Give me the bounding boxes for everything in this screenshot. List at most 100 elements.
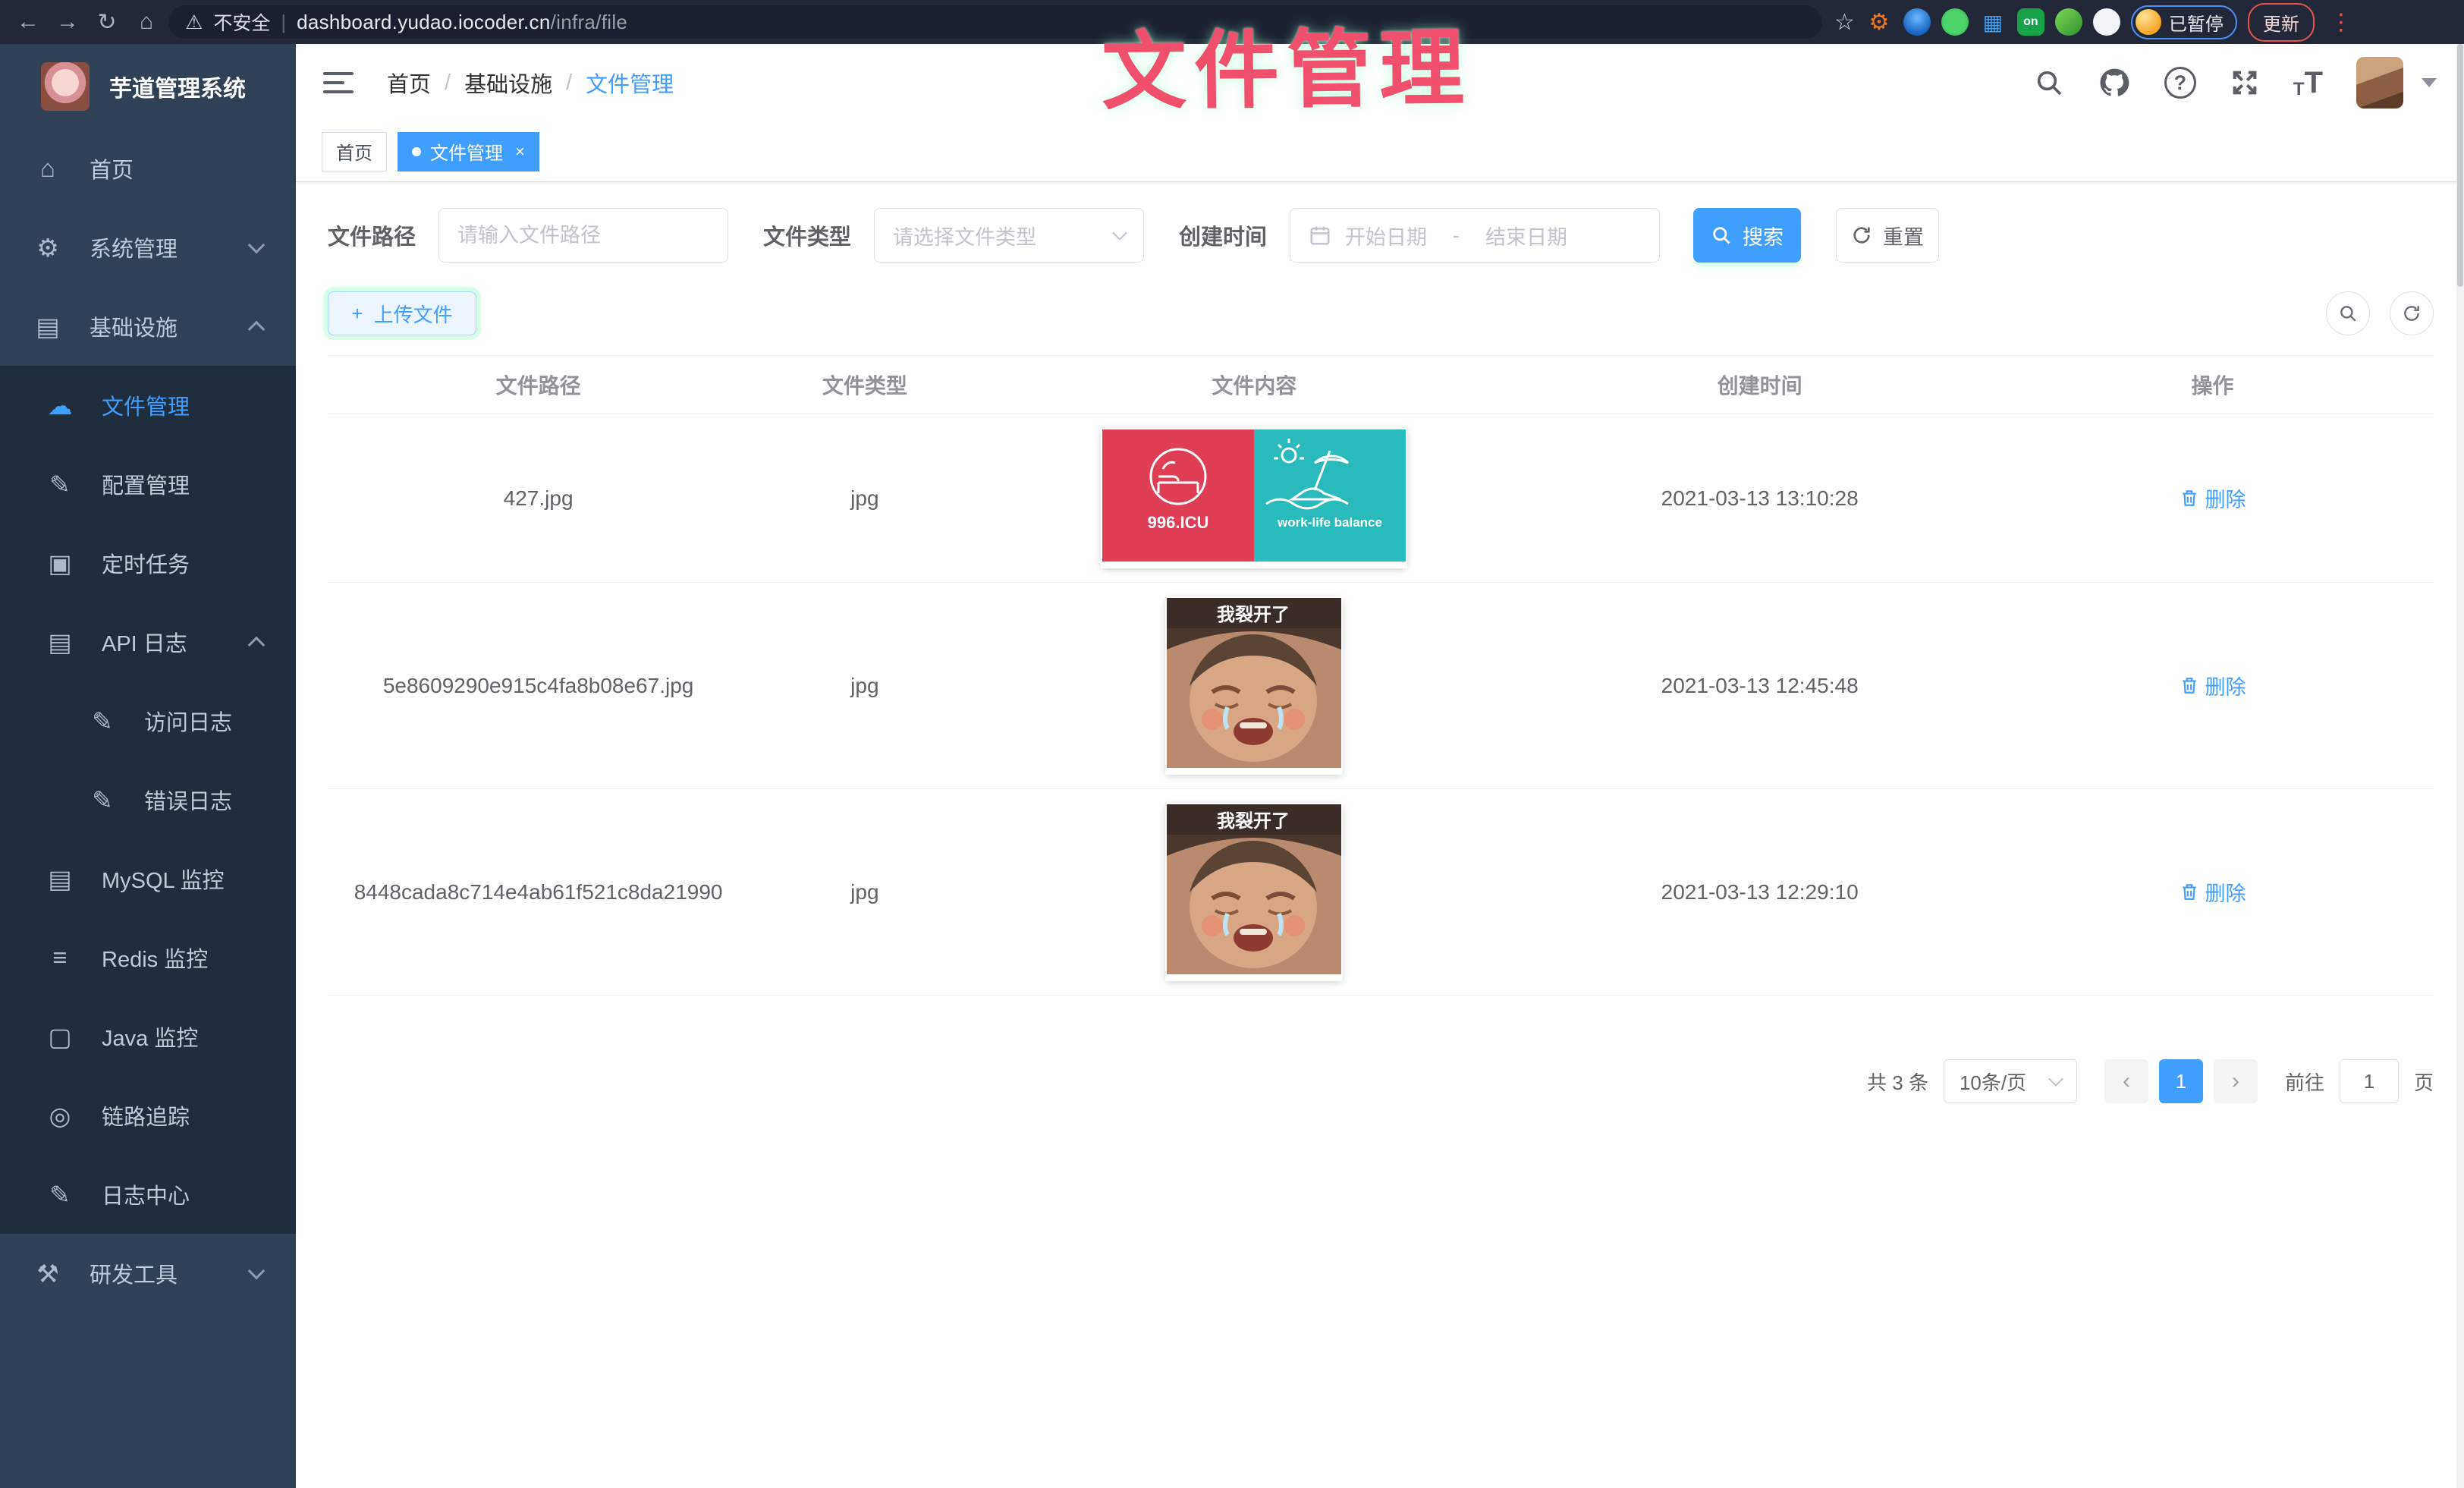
goto-page-input[interactable] xyxy=(2340,1059,2399,1103)
refresh-table-icon[interactable] xyxy=(2390,291,2434,335)
toggle-search-icon[interactable] xyxy=(2326,291,2370,335)
header-search-icon[interactable] xyxy=(2034,68,2064,98)
address-separator: | xyxy=(281,11,286,34)
gear-icon: ⚙ xyxy=(32,233,64,263)
app-title: 芋道管理系统 xyxy=(109,70,246,103)
page-size-select[interactable]: 10条/页 xyxy=(1944,1059,2077,1103)
total-count: 共 3 条 xyxy=(1867,1068,1928,1096)
sidebar-submenu-infra: ☁ 文件管理 ✎ 配置管理 ▣ 定时任务 ▤ API 日志 ✎ xyxy=(0,366,296,1234)
page-url: dashboard.yudao.iocoder.cn/infra/file xyxy=(297,11,627,34)
sidebar-item-file-manage[interactable]: ☁ 文件管理 xyxy=(0,366,296,445)
sidebar-item-api-log[interactable]: ▤ API 日志 xyxy=(0,602,296,681)
tab-home[interactable]: 首页 xyxy=(322,132,387,171)
file-type-label: 文件类型 xyxy=(763,219,851,251)
breadcrumb-infra[interactable]: 基础设施 xyxy=(464,67,552,99)
sidebar-item-config-manage[interactable]: ✎ 配置管理 xyxy=(0,445,296,524)
date-end-placeholder: 结束日期 xyxy=(1485,221,1567,250)
browser-right-controls: ☆ ⚙ ▦ on 已暂停 更新 ⋮ xyxy=(1834,3,2357,42)
extension-leaf-icon[interactable] xyxy=(2055,8,2082,36)
delete-button[interactable]: 删除 xyxy=(2180,483,2246,513)
file-preview-crying-baby[interactable]: 我裂开了 xyxy=(1167,804,1341,980)
svg-text:我裂开了: 我裂开了 xyxy=(1217,811,1290,832)
sidebar-toggle-icon[interactable] xyxy=(323,72,354,93)
help-icon[interactable]: ? xyxy=(2164,67,2196,99)
browser-update-button[interactable]: 更新 xyxy=(2248,3,2315,42)
date-separator: - xyxy=(1441,224,1472,247)
sidebar-item-mysql-monitor[interactable]: ▤ MySQL 监控 xyxy=(0,839,296,918)
search-form: 文件路径 文件类型 请选择文件类型 创建时间 开始日期 - 结束日期 xyxy=(328,208,2434,263)
search-button[interactable]: 搜索 xyxy=(1693,208,1801,263)
sidebar-item-trace[interactable]: ◎ 链路追踪 xyxy=(0,1076,296,1155)
goto-label: 前往 xyxy=(2285,1068,2324,1096)
breadcrumb-current: 文件管理 xyxy=(586,67,674,99)
file-path-label: 文件路径 xyxy=(328,219,416,251)
scrollbar-thumb[interactable] xyxy=(2457,44,2463,287)
sidebar-item-infra[interactable]: ▤ 基础设施 xyxy=(0,287,296,366)
sidebar-item-label: 文件管理 xyxy=(102,389,190,421)
sidebar-item-scheduled-jobs[interactable]: ▣ 定时任务 xyxy=(0,524,296,602)
plus-icon: + xyxy=(351,302,363,326)
page-1-button[interactable]: 1 xyxy=(2159,1059,2203,1103)
file-preview-996icu-banner[interactable]: 996.ICU work-life balance xyxy=(1102,429,1406,567)
browser-home-icon[interactable]: ⌂ xyxy=(129,5,164,39)
sidebar-item-label: Java 监控 xyxy=(102,1021,198,1052)
extension-pin-icon[interactable] xyxy=(1903,8,1931,36)
prev-page-button[interactable]: ‹ xyxy=(2104,1059,2148,1103)
user-avatar[interactable] xyxy=(2356,57,2403,109)
svg-text:work-life balance: work-life balance xyxy=(1277,515,1382,530)
app-logo-row[interactable]: 芋道管理系统 xyxy=(0,44,296,129)
table-row: 8448cada8c714e4ab61f521c8da21990 jpg xyxy=(328,789,2434,996)
security-label: 不安全 xyxy=(213,8,270,36)
file-type-select[interactable]: 请选择文件类型 xyxy=(874,208,1144,263)
file-table: 文件路径 文件类型 文件内容 创建时间 操作 427.jpg jpg xyxy=(328,355,2434,996)
reset-button[interactable]: 重置 xyxy=(1836,208,1939,263)
bookmark-star-icon[interactable]: ☆ xyxy=(1834,9,1855,36)
sidebar-item-redis-monitor[interactable]: ≡ Redis 监控 xyxy=(0,918,296,997)
sidebar-item-error-log[interactable]: ✎ 错误日志 xyxy=(0,760,296,839)
browser-reload-icon[interactable]: ↻ xyxy=(90,5,124,39)
extension-grid-icon[interactable]: ▦ xyxy=(1979,8,2007,36)
date-range-picker[interactable]: 开始日期 - 结束日期 xyxy=(1290,208,1660,263)
delete-button[interactable]: 删除 xyxy=(2180,877,2246,907)
extension-gear-icon[interactable]: ⚙ xyxy=(1865,8,1893,36)
delete-button[interactable]: 删除 xyxy=(2180,671,2246,700)
font-size-icon[interactable]: TT xyxy=(2293,66,2323,100)
sidebar-item-home[interactable]: ⌂ 首页 xyxy=(0,129,296,208)
extension-check-icon[interactable] xyxy=(1941,8,1969,36)
page-content: 文件路径 文件类型 请选择文件类型 创建时间 开始日期 - 结束日期 xyxy=(296,182,2464,1488)
browser-menu-icon[interactable]: ⋮ xyxy=(2325,9,2357,36)
extension-puzzle-icon[interactable] xyxy=(2093,8,2120,36)
fullscreen-icon[interactable] xyxy=(2230,68,2260,98)
sidebar-item-label: 日志中心 xyxy=(102,1178,190,1210)
sidebar-item-access-log[interactable]: ✎ 访问日志 xyxy=(0,681,296,760)
browser-profile-chip[interactable]: 已暂停 xyxy=(2131,5,2237,39)
github-icon[interactable] xyxy=(2098,66,2131,99)
address-bar[interactable]: ⚠ 不安全 | dashboard.yudao.iocoder.cn/infra… xyxy=(168,5,1822,39)
scrollbar[interactable] xyxy=(2456,44,2464,1488)
browser-back-icon[interactable]: ← xyxy=(11,5,46,39)
tab-file-manage[interactable]: 文件管理 × xyxy=(398,132,539,171)
upload-file-button[interactable]: + 上传文件 xyxy=(328,291,476,335)
sidebar-item-label: 访问日志 xyxy=(144,705,232,737)
calendar-icon xyxy=(1309,224,1331,247)
next-page-button[interactable]: › xyxy=(2214,1059,2258,1103)
java-monitor-icon: ▢ xyxy=(44,1022,76,1052)
cell-file-type: jpg xyxy=(749,789,980,996)
breadcrumb-home[interactable]: 首页 xyxy=(387,67,431,99)
log-icon: ▤ xyxy=(44,628,76,657)
sidebar-item-label: 系统管理 xyxy=(90,231,178,263)
file-path-input[interactable] xyxy=(457,224,709,247)
table-tools xyxy=(2326,291,2434,335)
table-row: 427.jpg jpg xyxy=(328,414,2434,583)
sidebar-item-dev-tools[interactable]: ⚒ 研发工具 xyxy=(0,1234,296,1313)
home-icon: ⌂ xyxy=(32,154,64,183)
extension-on-badge[interactable]: on xyxy=(2017,8,2044,36)
sidebar-item-log-center[interactable]: ✎ 日志中心 xyxy=(0,1155,296,1234)
tab-close-icon[interactable]: × xyxy=(515,142,525,162)
user-menu-caret-icon[interactable] xyxy=(2422,78,2437,87)
sidebar-item-java-monitor[interactable]: ▢ Java 监控 xyxy=(0,997,296,1076)
log-center-icon: ✎ xyxy=(44,1180,76,1210)
sidebar-item-system[interactable]: ⚙ 系统管理 xyxy=(0,208,296,287)
file-preview-crying-baby[interactable]: 我裂开了 xyxy=(1167,598,1341,773)
browser-forward-icon[interactable]: → xyxy=(50,5,85,39)
